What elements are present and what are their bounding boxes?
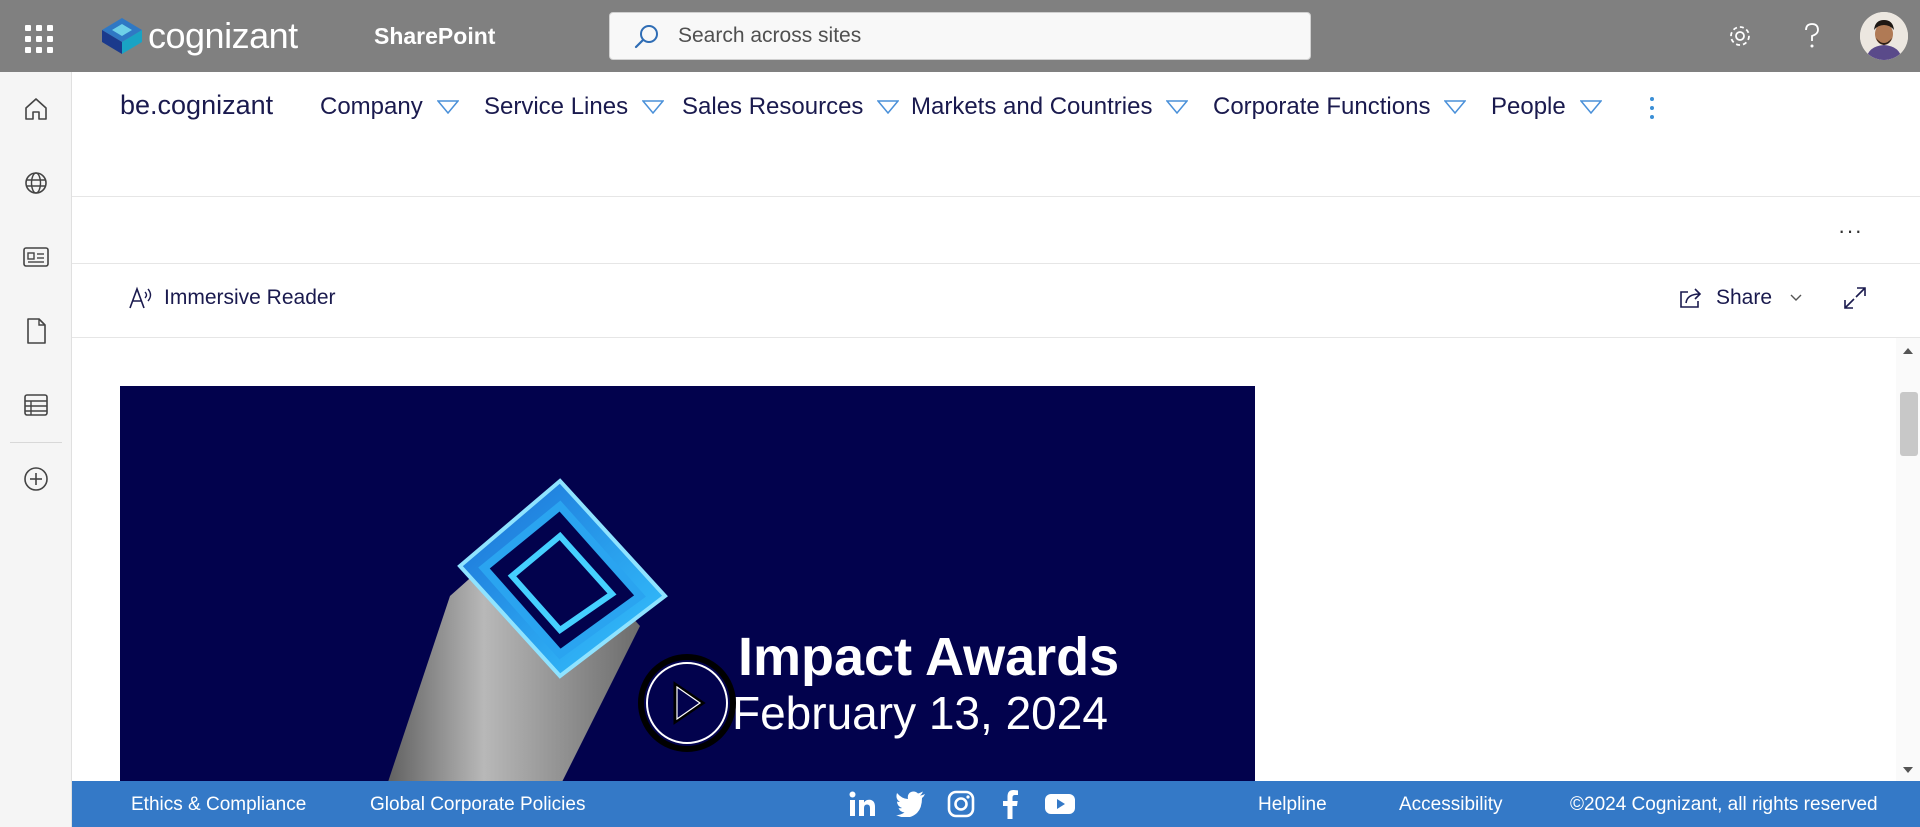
nav-more-icon[interactable]	[1640, 92, 1664, 124]
site-title[interactable]: be.cognizant	[120, 90, 273, 121]
search-input[interactable]	[678, 24, 1278, 48]
nav-item-label: Sales Resources	[682, 93, 864, 120]
scrollbar-thumb[interactable]	[1900, 392, 1918, 456]
play-icon	[673, 681, 706, 725]
nav-item-label: Company	[320, 93, 423, 120]
video-player[interactable]: Impact Awards February 13, 2024	[120, 386, 1255, 781]
nav-item-people[interactable]: People	[1491, 93, 1602, 121]
chevron-down-icon	[1444, 100, 1467, 114]
immersive-reader-icon	[129, 286, 152, 309]
chevron-down-icon	[436, 100, 459, 114]
question-icon[interactable]	[1792, 16, 1832, 56]
search-icon	[634, 25, 658, 49]
suite-bar: cognizant SharePoint	[0, 0, 1920, 72]
share-label: Share	[1716, 286, 1773, 309]
share-button[interactable]: Share	[1678, 286, 1802, 310]
news-icon[interactable]	[17, 238, 55, 276]
more-options-button[interactable]: ···	[1838, 218, 1863, 244]
nav-item-label: Service Lines	[484, 93, 629, 120]
youtube-icon[interactable]	[1044, 789, 1076, 819]
app-name[interactable]: SharePoint	[374, 23, 495, 50]
scroll-down-arrow-icon[interactable]	[1896, 761, 1920, 779]
video-date: February 13, 2024	[732, 687, 1108, 739]
home-icon[interactable]	[17, 90, 55, 128]
play-button[interactable]	[638, 654, 736, 752]
file-icon[interactable]	[17, 312, 55, 350]
footer-link-global-corporate-policies[interactable]: Global Corporate Policies	[370, 794, 585, 816]
site-navigation: be.cognizant Company Service Lines Sales…	[72, 72, 1920, 197]
chevron-down-icon	[1790, 294, 1802, 301]
nav-item-company[interactable]: Company	[320, 93, 459, 121]
nav-item-label: Corporate Functions	[1213, 93, 1431, 120]
rail-divider	[10, 442, 62, 443]
linkedin-icon[interactable]	[846, 789, 878, 819]
expand-icon[interactable]	[1842, 285, 1868, 316]
nav-item-corporate-functions[interactable]: Corporate Functions	[1213, 93, 1467, 121]
avatar[interactable]	[1860, 12, 1908, 60]
facebook-icon[interactable]	[994, 789, 1026, 819]
nav-item-markets-and-countries[interactable]: Markets and Countries	[911, 93, 1189, 121]
chevron-down-icon	[642, 100, 665, 114]
immersive-reader-button[interactable]: Immersive Reader	[128, 286, 336, 310]
cognizant-logo[interactable]: cognizant	[100, 14, 298, 58]
gear-icon[interactable]	[1720, 16, 1760, 56]
nav-item-label: Markets and Countries	[911, 93, 1153, 120]
immersive-reader-label: Immersive Reader	[164, 286, 336, 309]
page-content: Impact Awards February 13, 2024	[72, 338, 1920, 781]
left-app-rail	[0, 72, 72, 827]
chevron-down-icon	[1579, 100, 1602, 114]
footer-link-ethics-compliance[interactable]: Ethics & Compliance	[131, 794, 306, 816]
nav-item-sales-resources[interactable]: Sales Resources	[682, 93, 900, 121]
search-box[interactable]	[609, 12, 1311, 60]
footer-copyright: ©2024 Cognizant, all rights reserved	[1570, 794, 1878, 815]
logo-text: cognizant	[148, 15, 298, 56]
footer-link-helpline[interactable]: Helpline	[1258, 794, 1327, 816]
video-title: Impact Awards	[738, 627, 1120, 687]
share-icon	[1680, 288, 1702, 308]
instagram-icon[interactable]	[945, 789, 977, 819]
footer: Ethics & Compliance Global Corporate Pol…	[72, 781, 1920, 827]
app-launcher-icon[interactable]	[18, 18, 54, 54]
nav-item-service-lines[interactable]: Service Lines	[484, 93, 665, 121]
nav-item-label: People	[1491, 93, 1566, 120]
chevron-down-icon	[877, 100, 900, 114]
vertical-scrollbar[interactable]	[1896, 338, 1920, 781]
chevron-down-icon	[1166, 100, 1189, 114]
command-bar: ···	[72, 197, 1920, 264]
globe-icon[interactable]	[17, 164, 55, 202]
add-circle-icon[interactable]	[17, 460, 55, 498]
page-action-bar: Immersive Reader Share	[72, 264, 1920, 338]
cognizant-logo-mark-icon	[102, 18, 142, 54]
scroll-up-arrow-icon[interactable]	[1896, 342, 1920, 360]
list-icon[interactable]	[17, 386, 55, 424]
footer-link-accessibility[interactable]: Accessibility	[1399, 794, 1502, 816]
twitter-icon[interactable]	[895, 789, 927, 819]
